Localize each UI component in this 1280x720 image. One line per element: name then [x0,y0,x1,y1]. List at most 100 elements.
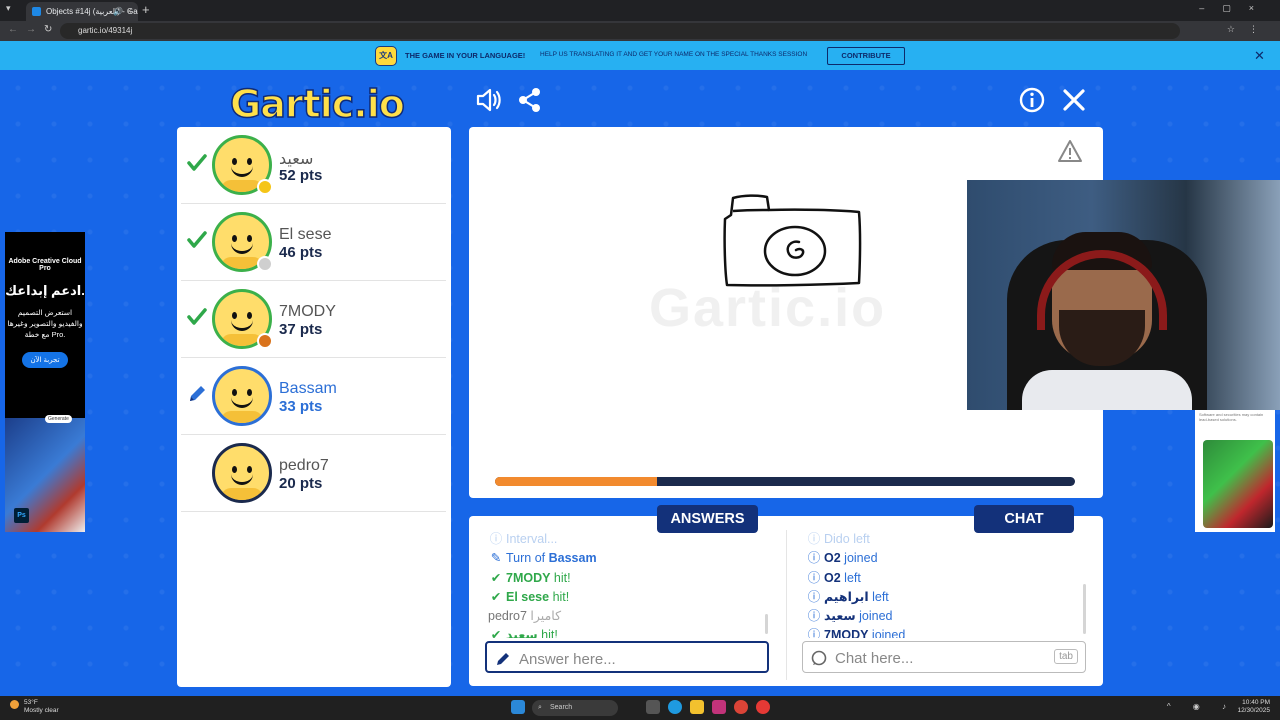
feed-line: ⓘ Dido left [806,530,1076,549]
back-icon[interactable]: ← [8,24,18,35]
feed-line: ✔ El sese hit! [488,588,773,607]
windows-start-icon[interactable] [511,700,525,714]
ad-description: استعرض التصميم والفيديو والتصوير وغيرها … [7,308,83,339]
contribute-button[interactable]: CONTRIBUTE [827,47,905,65]
browser-tab[interactable]: Objects #14j (العربية) - Gartic 🔊 × [26,2,138,21]
close-game-icon[interactable] [1060,86,1088,114]
address-bar-row: ← → ↻ gartic.io/49314j ☆⋮ [0,21,1280,41]
info-icon: ⓘ [807,570,821,585]
player-points: 20 pts [279,475,323,492]
game-area: Gartic.io سعيد 52 pts El sese 46 pts 7MO… [0,70,1280,696]
ad-brand: Adobe Creative Cloud Pro [8,258,82,272]
player-name: 7MODY [279,303,336,320]
info-icon: ⓘ [807,589,821,604]
round-timer-bar [495,477,1075,486]
player-points: 46 pts [279,244,323,261]
taskbar-search-label: Search [550,704,573,711]
panel-divider [786,530,787,680]
info-icon: ⓘ [489,532,503,546]
clock-date: 12/30/2025 [1237,707,1270,714]
reload-icon[interactable]: ↻ [44,24,52,35]
answers-feed: ⓘ Interval... ✎ Turn of Bassam ✔ 7MODY hit!… [488,530,773,638]
pencil-icon: ✎ [490,551,502,566]
rank-badge [257,256,273,272]
pencil-icon [190,386,205,401]
answers-tab[interactable]: ANSWERS [657,505,758,533]
url-field[interactable]: gartic.io/49314j [60,23,1180,39]
ad-cta-button[interactable]: تجربة الآن [22,352,68,368]
sound-icon[interactable] [474,86,502,114]
report-warning-icon[interactable] [1057,139,1083,163]
forward-icon[interactable]: → [26,24,36,35]
answers-scrollbar[interactable] [765,614,768,634]
window-controls[interactable]: –▢× [1199,3,1272,14]
gartic-favicon-icon [32,7,41,16]
chat-field[interactable]: tab [802,641,1086,673]
search-icon: ⌕ [538,704,542,711]
share-icon[interactable] [516,86,544,114]
taskbar-clock[interactable]: 10:40 PM 12/30/2025 [1237,699,1270,715]
edge-icon[interactable] [668,700,682,714]
system-tray[interactable]: ^ ◉ ♪ [1167,702,1236,711]
instagram-icon[interactable] [712,700,726,714]
ad-disclaimer: Software and securities may contain lead… [1199,412,1264,422]
player-name: pedro7 [279,457,329,474]
task-view-icon[interactable] [646,700,660,714]
info-icon[interactable] [1018,86,1046,114]
chat-bubble-icon [811,650,827,666]
chat-feed: ⓘ Dido left ⓘ O2 joined ⓘ O2 left ⓘ ابراهيم … [806,530,1076,638]
tab-close-icon[interactable]: × [127,2,132,21]
player-name: سعيد [279,151,314,168]
chrome-icon[interactable] [734,700,748,714]
chat-tab[interactable]: CHAT [974,505,1074,533]
chat-scrollbar[interactable] [1083,584,1086,634]
new-tab-icon[interactable]: + [142,2,150,18]
banner-close-icon[interactable]: ✕ [1254,48,1265,64]
check-icon [187,308,207,325]
player-row: pedro7 20 pts [181,435,446,512]
photoshop-icon: Ps [14,508,29,523]
banner-subtext: HELP US TRANSLATING IT AND GET YOUR NAME… [540,51,808,58]
file-explorer-icon[interactable] [690,700,704,714]
tab-title: Objects #14j (العربية) - Gartic [46,7,138,16]
check-icon [187,231,207,248]
players-panel: سعيد 52 pts El sese 46 pts 7MODY 37 pts … [177,127,451,687]
answer-field[interactable] [485,641,769,673]
avatar [212,366,272,426]
tab-list-icon[interactable]: ▾ [6,3,11,14]
player-row: 7MODY 37 pts [181,281,446,358]
taskbar-search[interactable]: ⌕ Search [532,700,618,716]
windows-taskbar: 53°F Mostly clear ⌕ Search ^ ◉ ♪ 10:40 PM… [0,696,1280,720]
feed-line: ⓘ 7MODY joined [806,626,1076,638]
rank-badge [257,333,273,349]
gartic-logo: Gartic.io [229,81,405,127]
answer-input[interactable] [519,648,729,670]
obs-icon[interactable] [756,700,770,714]
info-icon: ⓘ [807,609,821,624]
player-row: سعيد 52 pts [181,127,446,204]
info-icon: ⓘ [807,532,821,546]
feed-line: ⓘ ابراهيم left [806,588,1076,607]
feed-line: ⓘ Interval... [488,530,773,549]
tab-key-hint: tab [1054,649,1078,664]
feed-line: ✔ 7MODY hit! [488,569,773,588]
player-row: Bassam 33 pts [181,358,446,435]
info-icon: ⓘ [807,628,821,638]
player-points: 33 pts [279,398,323,415]
feed-line: ✔ سعيد hit! [488,626,773,638]
chat-input[interactable] [835,647,1045,669]
tab-audio-icon: 🔊 [113,7,123,16]
language-icon: 文A [375,46,397,66]
weather-widget[interactable]: 53°F Mostly clear [10,699,59,715]
adobe-ad[interactable]: Adobe Creative Cloud Pro ادعم إبداعك. اس… [5,232,85,532]
ad-generate-tag: Generate [45,415,72,423]
feed-line: ⓘ O2 left [806,569,1076,588]
browser-toolbar-icons[interactable]: ☆⋮ [1227,24,1272,35]
player-row: El sese 46 pts [181,204,446,281]
ad-title: ادعم إبداعك. [5,283,85,298]
player-name: Bassam [279,380,337,397]
webcam-overlay [967,180,1280,410]
right-ad[interactable]: Software and securities may contain lead… [1195,410,1275,532]
clock-time: 10:40 PM [1242,699,1270,706]
weather-desc: Mostly clear [24,707,59,714]
